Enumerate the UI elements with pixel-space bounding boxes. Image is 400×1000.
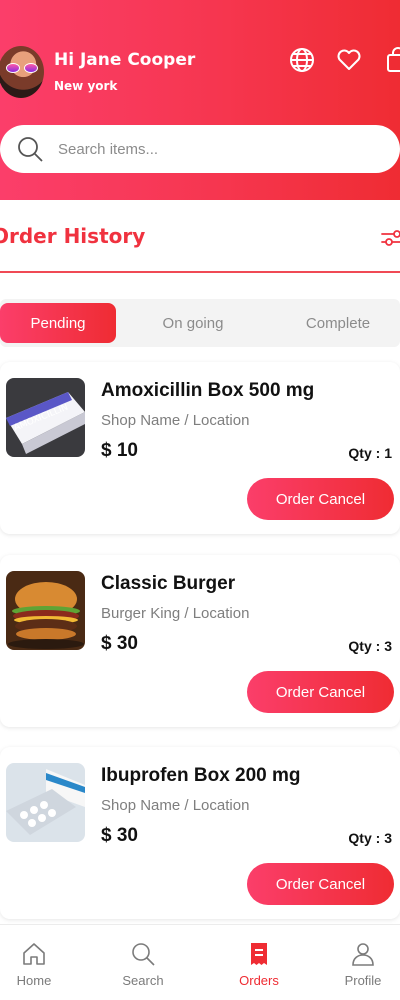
order-cancel-button[interactable]: Order Cancel	[247, 478, 394, 520]
product-name: Ibuprofen Box 200 mg	[101, 765, 301, 786]
product-name: Amoxicillin Box 500 mg	[101, 380, 315, 401]
product-image	[6, 763, 85, 842]
search-icon	[130, 941, 156, 967]
nav-label-home: Home	[16, 973, 52, 988]
order-cancel-button[interactable]: Order Cancel	[247, 863, 394, 905]
receipt-icon	[246, 941, 272, 967]
product-qty: Qty : 1	[348, 445, 392, 461]
globe-icon[interactable]	[288, 46, 316, 74]
nav-item-orders[interactable]: Orders	[219, 925, 299, 1000]
product-qty: Qty : 3	[348, 638, 392, 654]
product-image	[6, 571, 85, 650]
order-card: Ibuprofen Box 200 mg Shop Name / Locatio…	[0, 747, 400, 919]
nav-label-orders: Orders	[239, 973, 279, 988]
shop-location: Shop Name / Location	[101, 412, 250, 429]
shop-location: Burger King / Location	[101, 605, 250, 622]
nav-item-home[interactable]: Home	[0, 925, 74, 1000]
nav-label-search: Search	[122, 973, 164, 988]
product-name: Classic Burger	[101, 573, 236, 594]
user-location: New york	[54, 79, 118, 93]
nav-label-profile: Profile	[344, 973, 382, 988]
home-icon	[21, 941, 47, 967]
header-banner: Hi Jane Cooper New york	[0, 0, 400, 200]
page-title: Order History	[0, 224, 146, 248]
bag-icon[interactable]	[384, 46, 400, 74]
nav-item-search[interactable]: Search	[103, 925, 183, 1000]
tab-complete[interactable]: Complete	[280, 303, 396, 343]
order-status-tabs: Pending On going Complete	[0, 299, 400, 347]
shop-location: Shop Name / Location	[101, 797, 250, 814]
product-price: $ 30	[101, 825, 138, 846]
order-card: Classic Burger Burger King / Location $ …	[0, 555, 400, 727]
product-qty: Qty : 3	[348, 830, 392, 846]
search-icon	[16, 135, 44, 163]
avatar[interactable]	[0, 46, 44, 98]
avatar-glasses	[6, 63, 38, 73]
filter-icon[interactable]	[380, 226, 400, 250]
tab-ongoing[interactable]: On going	[135, 303, 251, 343]
product-price: $ 30	[101, 633, 138, 654]
order-card: AMOXICILLIN Amoxicillin Box 500 mg Shop …	[0, 362, 400, 534]
search-bar[interactable]	[0, 125, 400, 173]
user-icon	[350, 941, 376, 967]
product-price: $ 10	[101, 440, 138, 461]
tab-pending[interactable]: Pending	[0, 303, 116, 343]
product-image: AMOXICILLIN	[6, 378, 85, 457]
section-divider	[0, 271, 400, 273]
nav-item-profile[interactable]: Profile	[323, 925, 400, 1000]
user-greeting: Hi Jane Cooper	[54, 50, 196, 70]
search-input[interactable]	[58, 137, 378, 161]
bottom-nav: Home Search Orders Profile	[0, 924, 400, 1000]
order-cancel-button[interactable]: Order Cancel	[247, 671, 394, 713]
heart-icon[interactable]	[335, 46, 363, 74]
